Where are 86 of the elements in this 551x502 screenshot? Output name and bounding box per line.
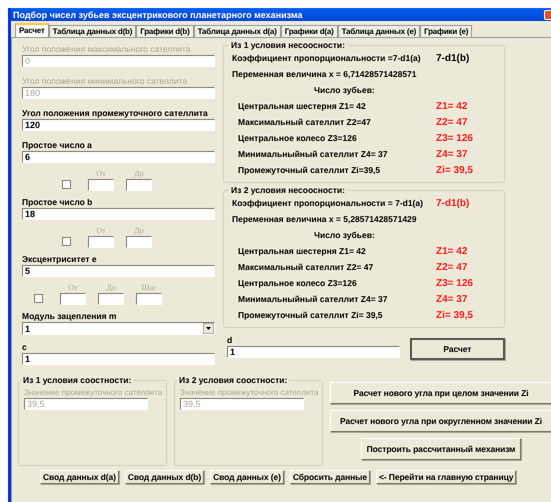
action-button[interactable]: Построить рассчитанный механизм xyxy=(361,438,521,460)
input-field[interactable]: 1 xyxy=(227,346,400,358)
window-title: Подбор чисел зубьев эксцентрикового планетарного механизма xyxy=(13,10,302,20)
field-label: Угол положения промежуточного сателлита xyxy=(22,108,209,119)
field-label: Эксцентриситет e xyxy=(22,254,98,265)
teeth-label: Максимальный сателлит Z2=47 xyxy=(237,117,372,127)
footer-button[interactable]: <- Перейти на главную страницу xyxy=(376,470,516,484)
group-title: Из 2 условия соостности: xyxy=(177,375,290,385)
variable-value: Переменная величина x = 6,71428571428571 xyxy=(232,69,418,79)
footer-button[interactable]: Сбросить данные xyxy=(290,470,370,484)
field-label: Значение промежуточного сателлита xyxy=(24,388,164,398)
teeth-label: Промежуточный сателлит Zi=39,5 xyxy=(237,165,382,175)
field-label: Угол положения минимального сателлита xyxy=(22,76,188,87)
teeth-label: Центральная шестерня Z1= 42 xyxy=(237,246,367,256)
input-field[interactable] xyxy=(136,293,162,305)
teeth-value: Z4= 37 xyxy=(436,148,468,160)
teeth-value: Z4= 37 xyxy=(436,294,468,304)
range-label: От xyxy=(68,283,78,292)
tab[interactable]: Графики (e) xyxy=(420,25,472,37)
input-field[interactable] xyxy=(126,179,152,191)
group-title: Из 1 условия соостности: xyxy=(21,375,134,385)
field-label: Значение промежуточного сателлита xyxy=(180,388,320,398)
teeth-label: Центральное колесо Z3=126 xyxy=(237,278,358,288)
range-label: Шаг xyxy=(142,283,156,292)
teeth-label: Центральная шестерня Z1= 42 xyxy=(237,101,367,111)
coefficient-label: Коэффициент пропорциональности = 7-d1(a) xyxy=(232,198,424,208)
checkbox[interactable] xyxy=(34,294,43,303)
group-title: Из 1 условия несоосности: xyxy=(229,40,347,50)
footer-button[interactable]: Свод данных d(b) xyxy=(124,470,204,484)
input-field[interactable]: 120 xyxy=(22,119,215,131)
teeth-value: Z1= 42 xyxy=(436,246,468,256)
tab[interactable]: Таблица данных (e) xyxy=(338,25,420,37)
tab[interactable]: Таблица данных d(b) xyxy=(48,25,136,37)
range-label: От xyxy=(96,169,106,178)
input-field[interactable] xyxy=(126,236,152,248)
caret-icon xyxy=(203,323,214,334)
field-label: c xyxy=(22,342,28,353)
input-field[interactable] xyxy=(88,179,114,191)
teeth-heading: Число зубьев: xyxy=(313,230,375,240)
teeth-label: Максимальный сателлит Z2= 47 xyxy=(237,262,374,272)
checkbox[interactable] xyxy=(62,180,71,189)
range-label: До xyxy=(134,169,144,178)
input-field[interactable] xyxy=(98,293,124,305)
action-button[interactable]: Расчет нового угла при округленном значении Zi xyxy=(330,410,551,432)
teeth-value: Zi= 39,5 xyxy=(436,164,473,176)
close-icon[interactable] xyxy=(544,10,551,20)
input-field[interactable]: 6 xyxy=(22,151,215,163)
tab[interactable]: Графики d(a) xyxy=(280,25,338,37)
input-field[interactable]: 18 xyxy=(22,208,215,220)
input-field[interactable]: 1 xyxy=(22,353,215,365)
field-label: Простое число b xyxy=(22,197,94,208)
field-label: Угол положения максимального сателлита xyxy=(22,44,192,55)
teeth-value: Z3= 126 xyxy=(436,132,473,144)
action-button[interactable]: Расчет нового угла при целом значении Zi xyxy=(330,382,551,404)
input-field[interactable]: 5 xyxy=(22,265,215,277)
range-label: До xyxy=(106,283,116,292)
teeth-label: Минимальныйный сателлит Z4= 37 xyxy=(237,294,388,304)
field-label: Модуль зацепления m xyxy=(22,311,118,322)
tab[interactable]: Графики d(b) xyxy=(136,25,194,37)
footer-button[interactable]: Свод данных (e) xyxy=(210,470,284,484)
checkbox[interactable] xyxy=(62,237,71,246)
teeth-value: Z3= 126 xyxy=(436,278,473,288)
group-title: Из 2 условия несоосности: xyxy=(229,185,347,195)
field-label: Простое число a xyxy=(22,140,93,151)
range-label: От xyxy=(96,226,106,235)
tab[interactable]: Таблица данных d(a) xyxy=(194,25,281,37)
input-field[interactable] xyxy=(60,293,86,305)
coefficient-value: 7-d1(b) xyxy=(436,198,470,208)
dropdown-field[interactable]: 1 xyxy=(22,322,215,335)
teeth-label: Промежуточный сателлит Zi= 39,5 xyxy=(237,310,384,320)
coefficient-value: 7-d1(b) xyxy=(436,52,470,64)
teeth-value: Z1= 42 xyxy=(436,100,468,112)
field-label: d xyxy=(227,335,234,346)
coefficient-label: Коэффициент пропорциональности =7-d1(a) xyxy=(232,53,422,63)
teeth-value: Z2= 47 xyxy=(436,116,468,128)
input-field[interactable] xyxy=(88,236,114,248)
variable-value: Переменная величина x = 5,28571428571429 xyxy=(232,214,418,224)
teeth-heading: Число зубьев: xyxy=(313,85,375,95)
range-label: До xyxy=(134,226,144,235)
teeth-value: Zi= 39,5 xyxy=(436,310,473,320)
teeth-label: Минимальныйный сателлит Z4= 37 xyxy=(237,149,388,159)
teeth-label: Центральное колесо Z3=126 xyxy=(237,133,358,143)
tab[interactable]: Расчет xyxy=(15,23,49,37)
calculate-button[interactable]: Расчет xyxy=(410,338,505,360)
teeth-value: Z2= 47 xyxy=(436,262,468,272)
footer-button[interactable]: Свод данных d(a) xyxy=(40,470,119,484)
